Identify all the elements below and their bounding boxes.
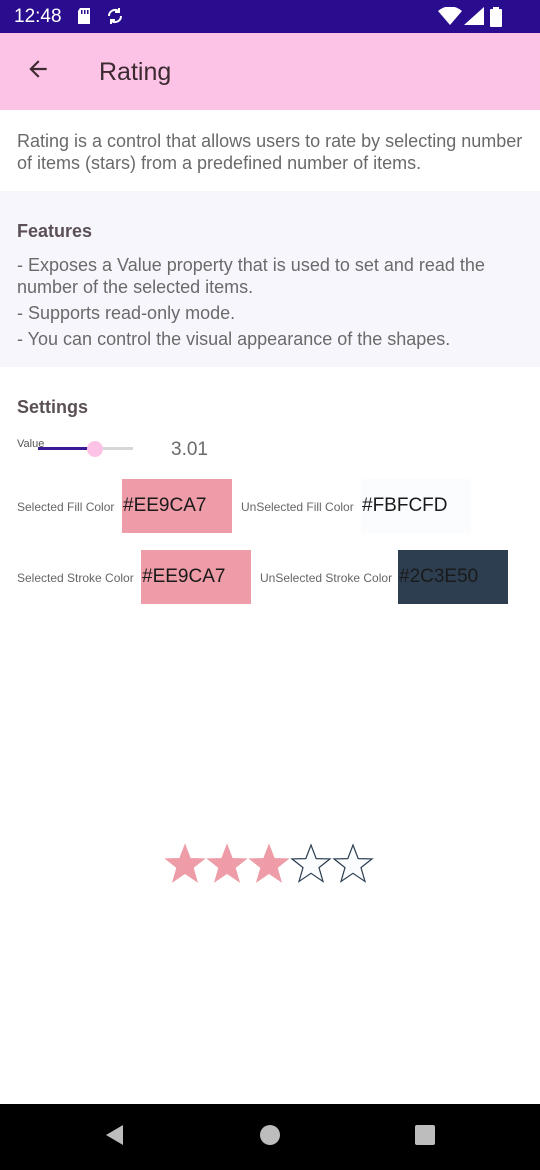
selected-stroke-label: Selected Stroke Color: [17, 571, 134, 585]
selected-fill-color-input[interactable]: #EE9CA7: [122, 479, 232, 533]
slider-thumb[interactable]: [87, 441, 103, 457]
arrow-back-icon: [25, 56, 51, 87]
system-nav-bar: [0, 1104, 540, 1170]
star-unselected-icon[interactable]: [332, 842, 374, 888]
nav-back-button[interactable]: [99, 1122, 129, 1152]
back-button[interactable]: [14, 47, 62, 95]
wifi-icon: [438, 6, 462, 30]
recents-square-icon: [414, 1124, 436, 1151]
value-readout: 3.01: [171, 439, 208, 460]
status-bar: 12:48: [0, 0, 540, 33]
rating-control[interactable]: [164, 842, 374, 888]
value-slider[interactable]: [38, 440, 133, 458]
battery-icon: [490, 7, 502, 32]
app-bar: Rating: [0, 33, 540, 110]
selected-fill-label: Selected Fill Color: [17, 500, 115, 514]
star-selected-icon[interactable]: [164, 842, 206, 888]
intro-section: Rating is a control that allows users to…: [0, 110, 540, 191]
selected-stroke-color-input[interactable]: #EE9CA7: [141, 550, 251, 604]
unselected-stroke-label: UnSelected Stroke Color: [260, 571, 393, 585]
nav-home-button[interactable]: [255, 1122, 285, 1152]
star-unselected-icon[interactable]: [290, 842, 332, 888]
star-selected-icon[interactable]: [206, 842, 248, 888]
page-title: Rating: [99, 58, 172, 86]
unselected-stroke-color-input[interactable]: #2C3E50: [398, 550, 508, 604]
back-triangle-icon: [103, 1123, 125, 1152]
features-section: Features - Exposes a Value property that…: [0, 191, 540, 367]
signal-icon: [464, 7, 484, 30]
intro-text: Rating is a control that allows users to…: [17, 131, 523, 173]
sd-card-icon: [76, 7, 92, 30]
feature-item: - Exposes a Value property that is used …: [17, 255, 485, 297]
sync-icon: [106, 7, 124, 30]
features-list: - Exposes a Value property that is used …: [17, 254, 527, 354]
features-heading: Features: [17, 221, 93, 241]
status-time: 12:48: [14, 6, 62, 27]
home-circle-icon: [259, 1124, 281, 1151]
unselected-fill-label: UnSelected Fill Color: [241, 500, 354, 514]
nav-recents-button[interactable]: [410, 1122, 440, 1152]
feature-item: - Supports read-only mode.: [17, 303, 236, 323]
unselected-fill-color-input[interactable]: #FBFCFD: [361, 479, 471, 533]
settings-heading: Settings: [17, 397, 89, 417]
feature-item: - You can control the visual appearance …: [17, 329, 451, 349]
star-selected-icon[interactable]: [248, 842, 290, 888]
